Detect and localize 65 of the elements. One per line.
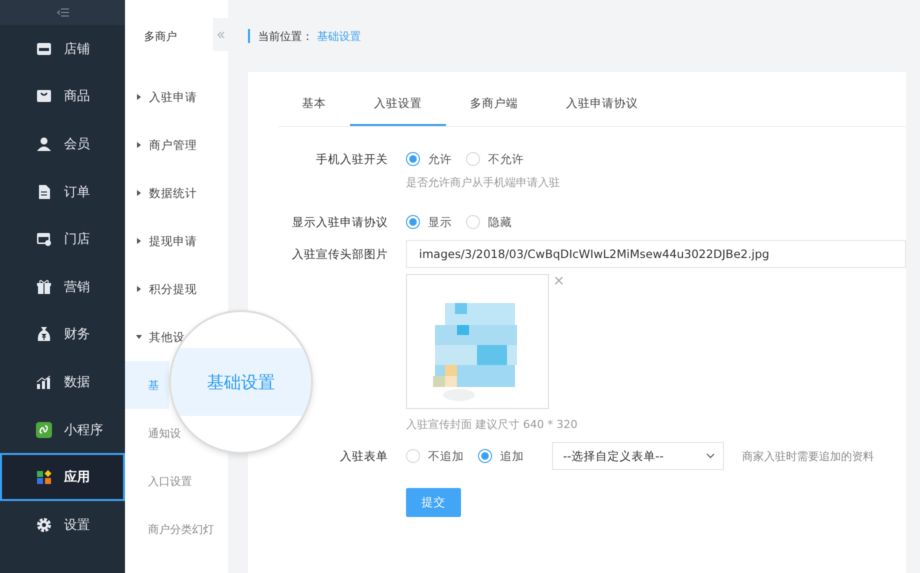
caret-right-icon[interactable] (136, 190, 142, 196)
form-select[interactable]: --选择自定义表单-- (552, 442, 724, 470)
submenu-item[interactable]: 提现申请 (149, 234, 197, 248)
submenu-item[interactable]: 其他设 (149, 330, 185, 344)
breadcrumb-label: 当前位置： (258, 28, 313, 44)
tab[interactable]: 入驻申请协议 (542, 96, 662, 126)
radio-option[interactable]: 追加 (478, 448, 524, 464)
caret-right-icon[interactable] (136, 286, 142, 292)
radio-button[interactable] (478, 449, 492, 463)
nav-item[interactable]: 订单 (0, 168, 125, 216)
nav-item[interactable]: 财务 (0, 310, 125, 358)
double-chevron-icon (217, 30, 225, 38)
submenu-item[interactable]: 入驻申请 (149, 90, 197, 104)
image-path-field[interactable]: images/3/2018/03/CwBqDIcWIwL2MiMsew44u3022DJBe2.jpg (406, 240, 906, 268)
submenu-subitem[interactable]: 入口设置 (148, 474, 192, 488)
radio-option[interactable]: 不追加 (406, 448, 464, 464)
nav-item[interactable]: 门店 (0, 215, 125, 263)
tab[interactable]: 多商户端 (446, 96, 542, 126)
user-icon (36, 136, 52, 152)
nav-item[interactable]: 小程序 (0, 406, 125, 454)
shop-icon (36, 231, 52, 248)
document-icon (36, 184, 52, 200)
radio-option[interactable]: 隐藏 (466, 214, 512, 230)
gear-icon (36, 516, 52, 533)
submenu-title: 多商户 (144, 29, 177, 44)
field-label: 入驻表单 (339, 448, 389, 464)
magnified-item: 基础设置 (171, 348, 311, 416)
apps-icon (36, 469, 52, 486)
collapse-icon[interactable] (56, 8, 68, 17)
nav-item[interactable]: 应用 (0, 453, 125, 501)
money-bag-icon (36, 326, 52, 342)
radio-option[interactable]: 允许 (406, 152, 452, 166)
submenu-item[interactable]: 积分提现 (149, 282, 197, 296)
nav-item[interactable]: 设置 (0, 500, 125, 549)
tab[interactable]: 入驻设置 (350, 96, 446, 126)
mini-program-icon (36, 422, 52, 438)
field-label: 手机入驻开关 (315, 150, 389, 168)
help-text: 是否允许商户从手机端申请入驻 (406, 175, 560, 190)
submenu-subitem[interactable]: 商户分类幻灯 (148, 522, 214, 536)
caret-down-icon[interactable] (136, 334, 142, 340)
nav-item[interactable]: 营销 (0, 262, 125, 311)
field-label: 入驻宣传头部图片 (291, 246, 389, 262)
nav-item[interactable]: 会员 (0, 120, 125, 168)
bag-icon (36, 88, 52, 104)
radio-option[interactable]: 不允许 (466, 152, 524, 166)
gift-icon (36, 278, 52, 295)
radio-option[interactable]: 显示 (406, 214, 452, 230)
submenu-subitem[interactable]: 通知设 (148, 426, 181, 440)
radio-button[interactable] (406, 215, 420, 229)
nav-item[interactable]: 商品 (0, 72, 125, 120)
chevron-down-icon (706, 453, 715, 459)
submenu-item[interactable]: 商户管理 (149, 138, 197, 152)
help-text: 入驻宣传封面 建议尺寸 640 * 320 (406, 417, 578, 432)
store-icon (36, 40, 52, 57)
field-label: 显示入驻申请协议 (291, 214, 389, 230)
nav-item[interactable]: 数据 (0, 358, 125, 406)
caret-right-icon[interactable] (136, 142, 142, 148)
caret-right-icon[interactable] (136, 238, 142, 244)
submenu-item[interactable]: 数据统计 (149, 186, 197, 200)
nav-item[interactable]: 店铺 (0, 25, 125, 73)
tab[interactable]: 基本 (278, 96, 350, 126)
field-note: 商家入驻时需要追加的资料 (742, 448, 874, 464)
radio-button[interactable] (406, 152, 420, 166)
caret-right-icon[interactable] (136, 94, 142, 100)
bar-chart-icon (36, 374, 52, 390)
